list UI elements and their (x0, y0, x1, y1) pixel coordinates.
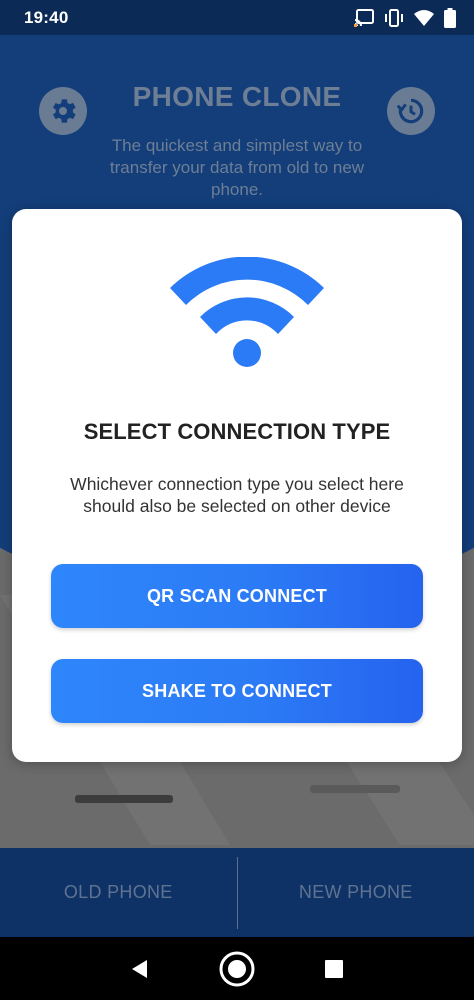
wifi-signal-icon (414, 9, 434, 27)
home-icon[interactable] (213, 945, 261, 993)
battery-icon (444, 7, 456, 28)
system-nav-bar (0, 937, 474, 1000)
wifi-icon (170, 257, 324, 367)
vibrate-icon (384, 8, 404, 27)
dialog-title: SELECT CONNECTION TYPE (83, 419, 391, 444)
status-bar: 19:40 (0, 0, 474, 35)
back-icon[interactable] (116, 945, 164, 993)
shake-to-connect-button[interactable]: SHAKE TO CONNECT (51, 659, 423, 723)
recents-icon[interactable] (310, 945, 358, 993)
qr-scan-connect-button[interactable]: QR SCAN CONNECT (51, 564, 423, 628)
status-icons (354, 7, 456, 28)
dialog-description: Whichever connection type you select her… (70, 474, 404, 516)
connection-type-dialog: SELECT CONNECTION TYPE Whichever connect… (12, 209, 462, 762)
cast-icon (354, 8, 374, 27)
status-time: 19:40 (24, 7, 69, 27)
